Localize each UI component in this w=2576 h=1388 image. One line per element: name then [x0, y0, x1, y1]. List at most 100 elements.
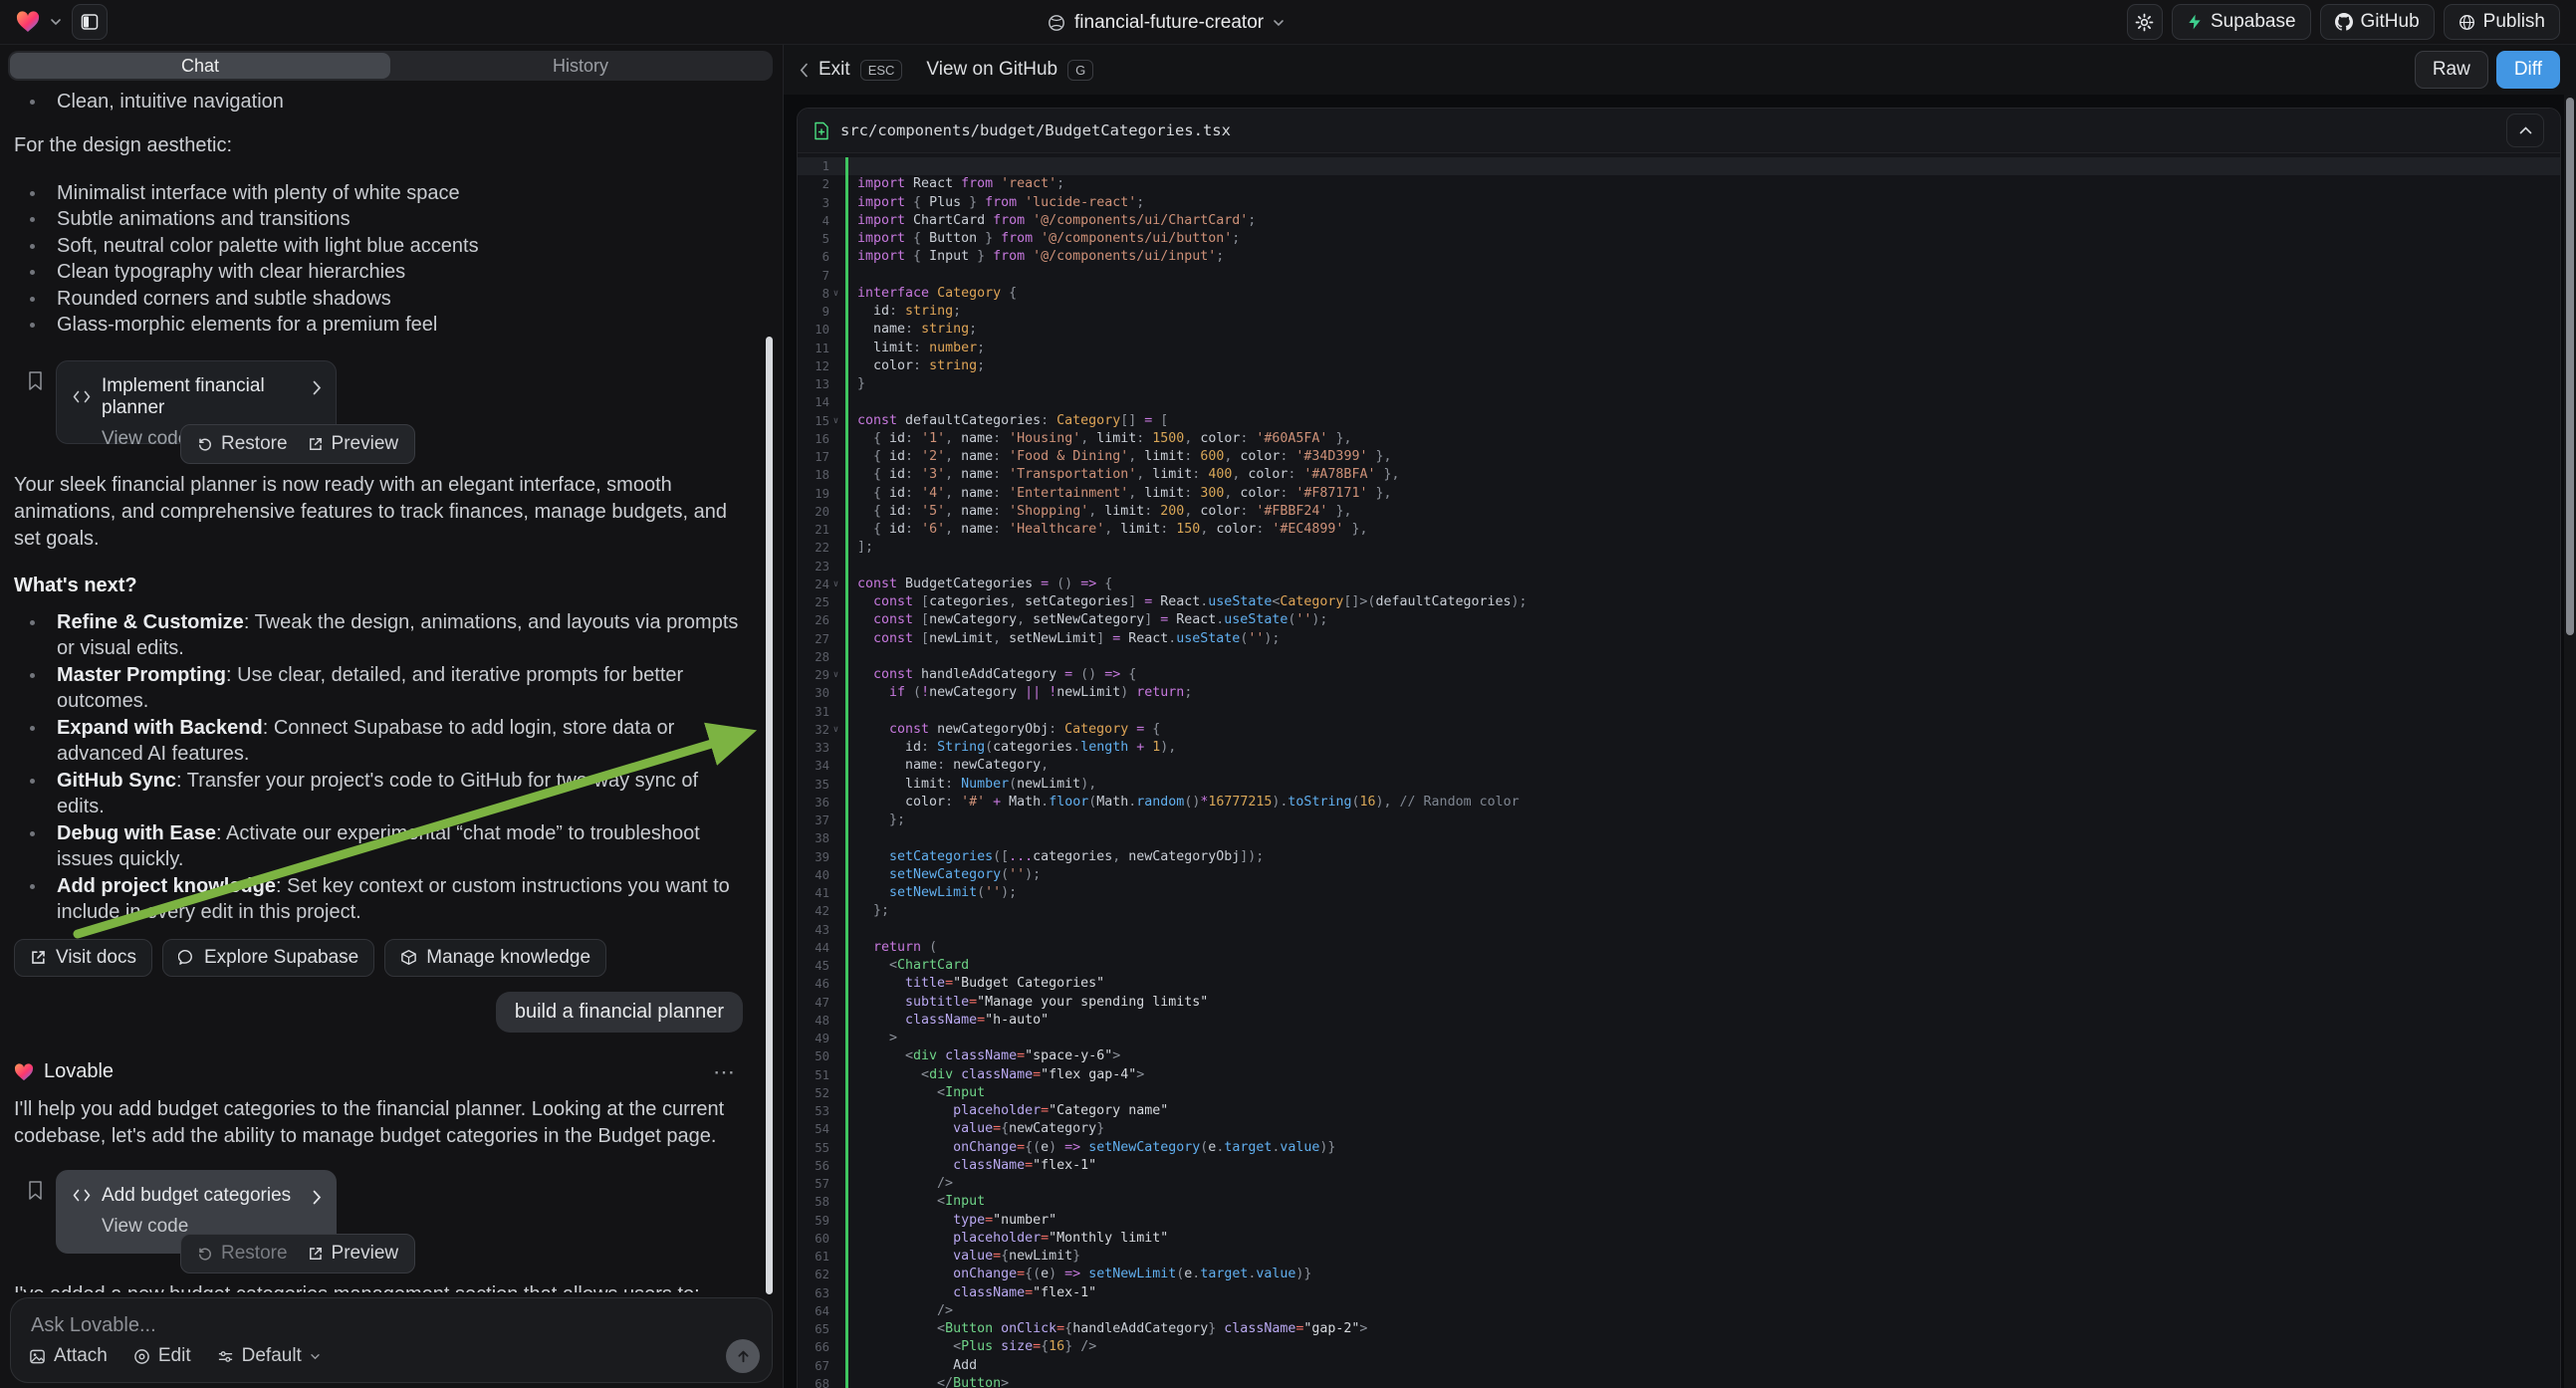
code-line-text — [848, 648, 857, 666]
chevron-left-icon — [800, 63, 809, 78]
collapse-file-button[interactable] — [2506, 114, 2544, 147]
explore-supabase-button[interactable]: Explore Supabase — [162, 939, 374, 977]
preview-button[interactable]: Preview — [308, 433, 399, 455]
code-line-text: name: string; — [848, 321, 977, 339]
send-button[interactable] — [726, 1339, 760, 1373]
prompt-input-box[interactable]: Ask Lovable... Attach Edit — [10, 1297, 773, 1383]
project-switcher[interactable]: financial-future-creator — [1048, 0, 1285, 45]
code-line-text: id: string; — [848, 303, 961, 321]
restore-button[interactable]: Restore — [197, 1243, 288, 1265]
mode-select[interactable]: Default — [217, 1345, 321, 1367]
code-line-text: return ( — [848, 939, 937, 957]
chat-scrollbar-thumb[interactable] — [766, 337, 773, 1294]
line-number: 47 — [798, 994, 845, 1012]
package-icon — [400, 949, 417, 966]
workspace-chevron-icon[interactable] — [50, 18, 62, 26]
exit-button[interactable]: Exit ESC — [800, 59, 902, 81]
code-line: 1 — [798, 157, 2560, 175]
code-line-text: <Button onClick={handleAddCategory} clas… — [848, 1320, 1367, 1338]
code-icon — [73, 1189, 91, 1202]
list-item: Expand with Backend: Connect Supabase to… — [14, 715, 743, 768]
manage-knowledge-button[interactable]: Manage knowledge — [384, 939, 606, 977]
code-line: 49 > — [798, 1030, 2560, 1047]
code-line: 46 title="Budget Categories" — [798, 975, 2560, 993]
line-number: 32∨ — [798, 721, 845, 739]
raw-toggle-button[interactable]: Raw — [2415, 51, 2488, 89]
fold-chevron-icon[interactable]: ∨ — [829, 285, 842, 303]
list-item-text: Rounded corners and subtle shadows — [35, 286, 391, 313]
publish-button[interactable]: Publish — [2444, 4, 2560, 40]
code-line: 6import { Input } from '@/components/ui/… — [798, 248, 2560, 266]
code-line-text — [848, 703, 857, 721]
preview-button[interactable]: Preview — [308, 1243, 399, 1265]
lovable-logo-icon[interactable] — [16, 11, 40, 33]
edit-button[interactable]: Edit — [133, 1345, 191, 1367]
code-line-text: <Plus size={16} /> — [848, 1338, 1096, 1356]
code-line-text: const defaultCategories: Category[] = [ — [848, 412, 1168, 430]
restore-icon — [197, 436, 213, 452]
line-number: 17 — [798, 448, 845, 466]
list-item-text: Glass-morphic elements for a premium fee… — [35, 312, 437, 339]
chevron-right-icon — [313, 380, 322, 395]
quick-actions: Visit docs Explore Supabase Manage knowl… — [14, 939, 743, 977]
code-line: 15∨const defaultCategories: Category[] =… — [798, 412, 2560, 430]
code-line: 60 placeholder="Monthly limit" — [798, 1230, 2560, 1248]
github-button[interactable]: GitHub — [2320, 4, 2435, 40]
file-header[interactable]: src/components/budget/BudgetCategories.t… — [798, 109, 2560, 153]
code-panel: Exit ESC View on GitHub G Raw Diff s — [784, 45, 2576, 1388]
code-line: 45 <ChartCard — [798, 957, 2560, 975]
line-number: 10 — [798, 321, 845, 339]
line-number: 53 — [798, 1102, 845, 1120]
code-line: 47 subtitle="Manage your spending limits… — [798, 994, 2560, 1012]
fold-chevron-icon[interactable]: ∨ — [829, 576, 842, 593]
list-item-text: Subtle animations and transitions — [35, 206, 351, 233]
sidebar-toggle-button[interactable] — [72, 4, 108, 40]
tab-chat[interactable]: Chat — [10, 53, 390, 79]
visit-docs-button[interactable]: Visit docs — [14, 939, 152, 977]
esc-kbd-badge: ESC — [860, 60, 903, 81]
message-menu-button[interactable]: ⋯ — [713, 1059, 737, 1085]
code-line: 25 const [categories, setCategories] = R… — [798, 593, 2560, 611]
code-line-text: name: newCategory, — [848, 757, 1049, 775]
code-line-text: value={newCategory} — [848, 1120, 1104, 1138]
fold-chevron-icon[interactable]: ∨ — [829, 721, 842, 739]
code-line: 54 value={newCategory} — [798, 1120, 2560, 1138]
chat-history-tabs: Chat History — [8, 51, 773, 81]
fold-chevron-icon[interactable]: ∨ — [829, 412, 842, 430]
code-line: 34 name: newCategory, — [798, 757, 2560, 775]
line-number: 61 — [798, 1248, 845, 1266]
bookmark-icon[interactable] — [26, 370, 45, 391]
list-item: Clean typography with clear hierarchies — [14, 259, 743, 286]
code-line-text: <Input — [848, 1084, 985, 1102]
diff-toggle-button[interactable]: Diff — [2496, 51, 2560, 89]
supabase-button[interactable]: Supabase — [2172, 4, 2311, 40]
app-window: financial-future-creator Supabase — [0, 0, 2576, 1388]
version-block: Implement financial planner View code — [14, 360, 743, 444]
code-line: 59 type="number" — [798, 1212, 2560, 1230]
code-line-text: limit: number; — [848, 340, 985, 357]
line-number: 8∨ — [798, 285, 845, 303]
attach-button[interactable]: Attach — [29, 1345, 108, 1367]
line-number: 31 — [798, 703, 845, 721]
code-line-text: color: '#' + Math.floor(Math.random()*16… — [848, 794, 1520, 811]
settings-button[interactable] — [2127, 4, 2163, 40]
bookmark-icon[interactable] — [26, 1180, 45, 1201]
code-line: 42 }; — [798, 902, 2560, 920]
code-line: 3import { Plus } from 'lucide-react'; — [798, 194, 2560, 212]
line-number: 38 — [798, 829, 845, 847]
restore-button[interactable]: Restore — [197, 433, 288, 455]
tab-history[interactable]: History — [390, 53, 771, 79]
window-scrollbar-thumb[interactable] — [2566, 98, 2574, 635]
code-line: 28 — [798, 648, 2560, 666]
code-line-text: setNewLimit(''); — [848, 884, 1017, 902]
list-item: Soft, neutral color palette with light b… — [14, 233, 743, 260]
code-line-text: /> — [848, 1175, 953, 1193]
code-line-text: title="Budget Categories" — [848, 975, 1104, 993]
fold-chevron-icon[interactable]: ∨ — [829, 666, 842, 684]
view-on-github-button[interactable]: View on GitHub G — [926, 59, 1093, 81]
line-number: 15∨ — [798, 412, 845, 430]
list-item-text: Clean, intuitive navigation — [35, 89, 284, 116]
version-actions: Restore Preview — [180, 1234, 415, 1273]
code-line: 18 { id: '3', name: 'Transportation', li… — [798, 466, 2560, 484]
code-line: 8∨interface Category { — [798, 285, 2560, 303]
